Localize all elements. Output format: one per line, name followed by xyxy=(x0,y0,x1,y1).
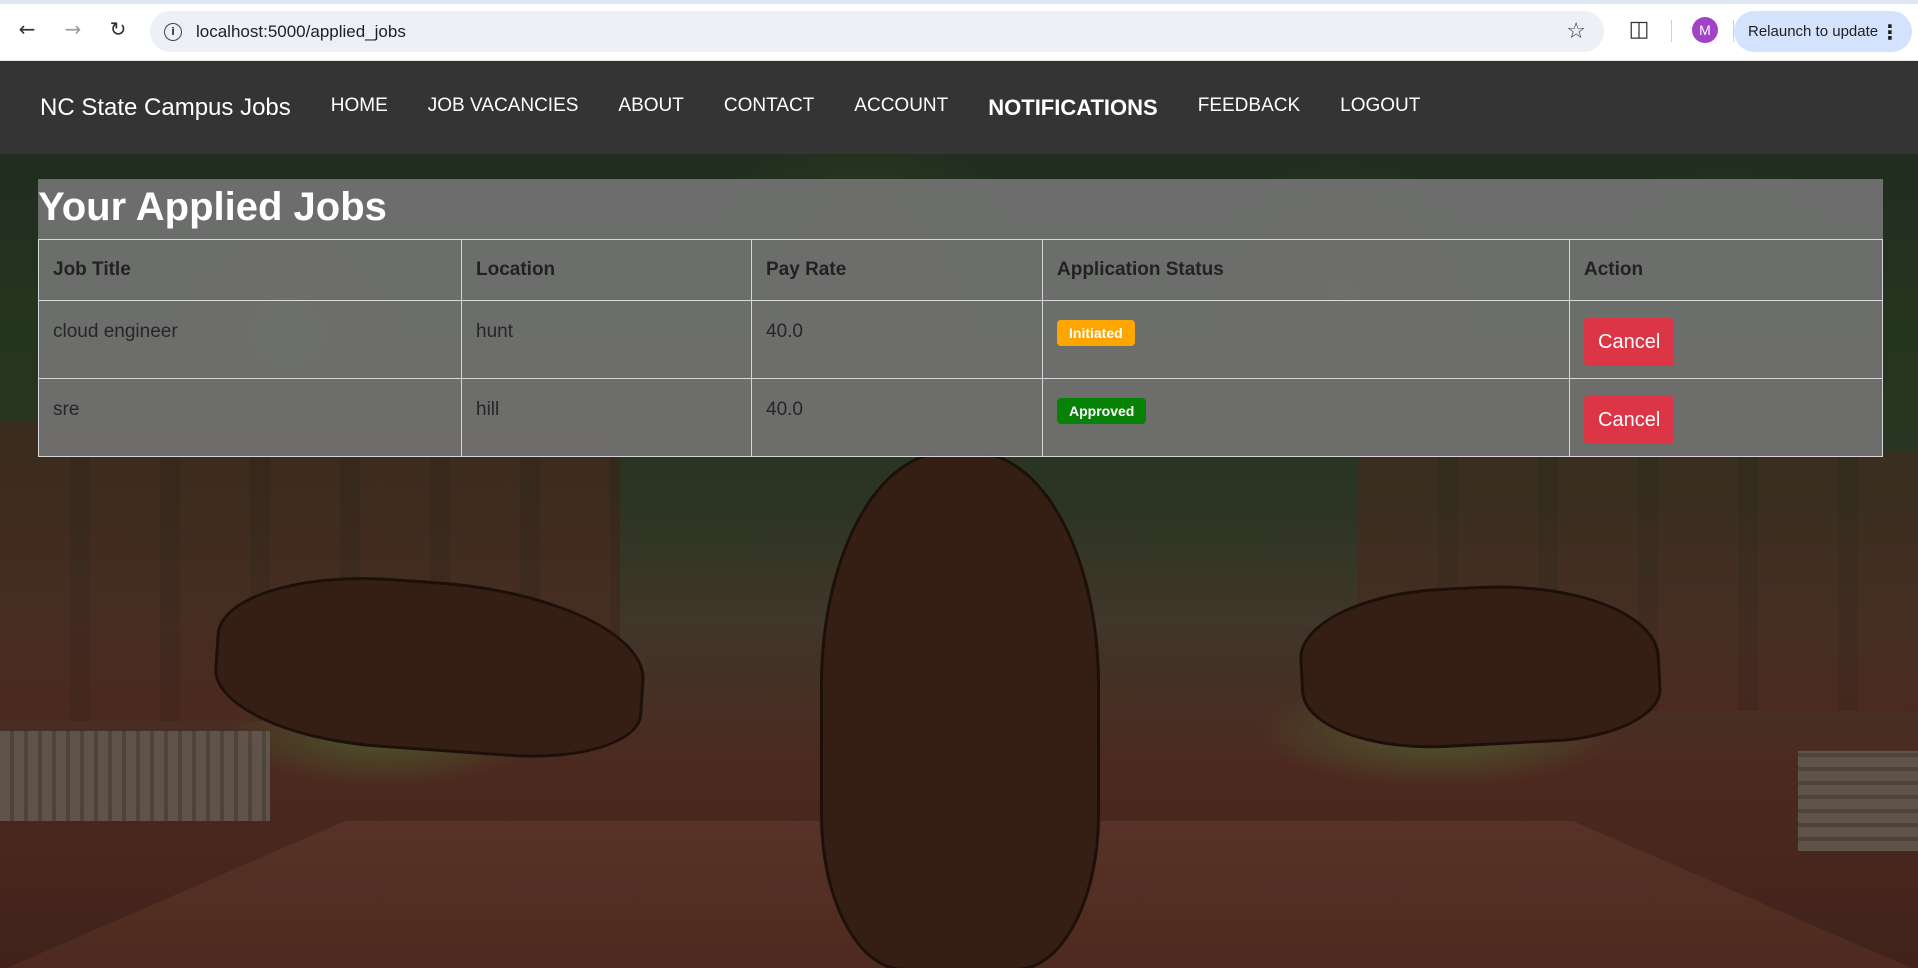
relaunch-to-update-button[interactable]: Relaunch to update ⋮ xyxy=(1734,11,1912,52)
location-cell: hill xyxy=(461,378,752,457)
nav-job-vacancies[interactable]: JOB VACANCIES xyxy=(428,95,579,121)
toolbar-divider xyxy=(1671,20,1672,42)
site-navbar: NC State Campus Jobs HOME JOB VACANCIES … xyxy=(0,61,1918,154)
address-bar[interactable]: i localhost:5000/applied_jobs ☆ xyxy=(150,11,1604,52)
nav-contact[interactable]: CONTACT xyxy=(724,95,814,121)
column-header-job-title: Job Title xyxy=(38,239,462,301)
brand-link[interactable]: NC State Campus Jobs xyxy=(40,94,291,122)
browser-toolbar: ← → ↻ i localhost:5000/applied_jobs ☆ ◫ … xyxy=(0,0,1918,61)
forward-arrow-icon[interactable]: → xyxy=(58,14,88,44)
profile-avatar[interactable]: M xyxy=(1692,17,1718,43)
page-viewport: NC State Campus Jobs HOME JOB VACANCIES … xyxy=(0,61,1918,968)
action-cell: Cancel xyxy=(1569,378,1883,457)
tab-strip-edge xyxy=(0,0,1918,4)
cancel-application-button[interactable]: Cancel xyxy=(1584,396,1675,444)
nav-home[interactable]: HOME xyxy=(331,95,388,121)
table-row: cloud engineer hunt 40.0 Initiated Cance… xyxy=(38,300,1883,379)
nav-notifications[interactable]: NOTIFICATIONS xyxy=(988,95,1157,121)
url-text[interactable]: localhost:5000/applied_jobs xyxy=(196,22,406,42)
nav-account[interactable]: ACCOUNT xyxy=(854,95,948,121)
kebab-menu-icon[interactable]: ⋮ xyxy=(1880,20,1900,44)
pay-rate-cell: 40.0 xyxy=(751,378,1043,457)
cancel-application-button[interactable]: Cancel xyxy=(1584,318,1675,366)
action-cell: Cancel xyxy=(1569,300,1883,379)
nav-links: HOME JOB VACANCIES ABOUT CONTACT ACCOUNT… xyxy=(331,95,1461,121)
applied-jobs-panel: Your Applied Jobs Job Title Location Pay… xyxy=(38,179,1883,457)
status-cell: Initiated xyxy=(1042,300,1570,379)
nav-feedback[interactable]: FEEDBACK xyxy=(1198,95,1300,121)
status-badge: Approved xyxy=(1057,398,1147,424)
reload-icon[interactable]: ↻ xyxy=(103,14,133,44)
job-title-cell: cloud engineer xyxy=(38,300,462,379)
job-title-cell: sre xyxy=(38,378,462,457)
applied-jobs-table: Job Title Location Pay Rate Application … xyxy=(38,239,1883,457)
table-header-row: Job Title Location Pay Rate Application … xyxy=(38,239,1883,301)
table-row: sre hill 40.0 Approved Cancel xyxy=(38,378,1883,457)
bookmark-star-icon[interactable]: ☆ xyxy=(1566,19,1586,44)
extensions-icon[interactable]: ◫ xyxy=(1626,16,1652,42)
site-info-icon[interactable]: i xyxy=(164,22,182,41)
back-arrow-icon[interactable]: ← xyxy=(12,14,42,44)
status-badge: Initiated xyxy=(1057,320,1135,346)
pay-rate-cell: 40.0 xyxy=(751,300,1043,379)
nav-logout[interactable]: LOGOUT xyxy=(1340,95,1420,121)
column-header-application-status: Application Status xyxy=(1042,239,1570,301)
status-cell: Approved xyxy=(1042,378,1570,457)
location-cell: hunt xyxy=(461,300,752,379)
relaunch-label: Relaunch to update xyxy=(1748,23,1879,40)
column-header-action: Action xyxy=(1569,239,1883,301)
page-title: Your Applied Jobs xyxy=(38,185,387,229)
column-header-pay-rate: Pay Rate xyxy=(751,239,1043,301)
nav-about[interactable]: ABOUT xyxy=(618,95,683,121)
column-header-location: Location xyxy=(461,239,752,301)
